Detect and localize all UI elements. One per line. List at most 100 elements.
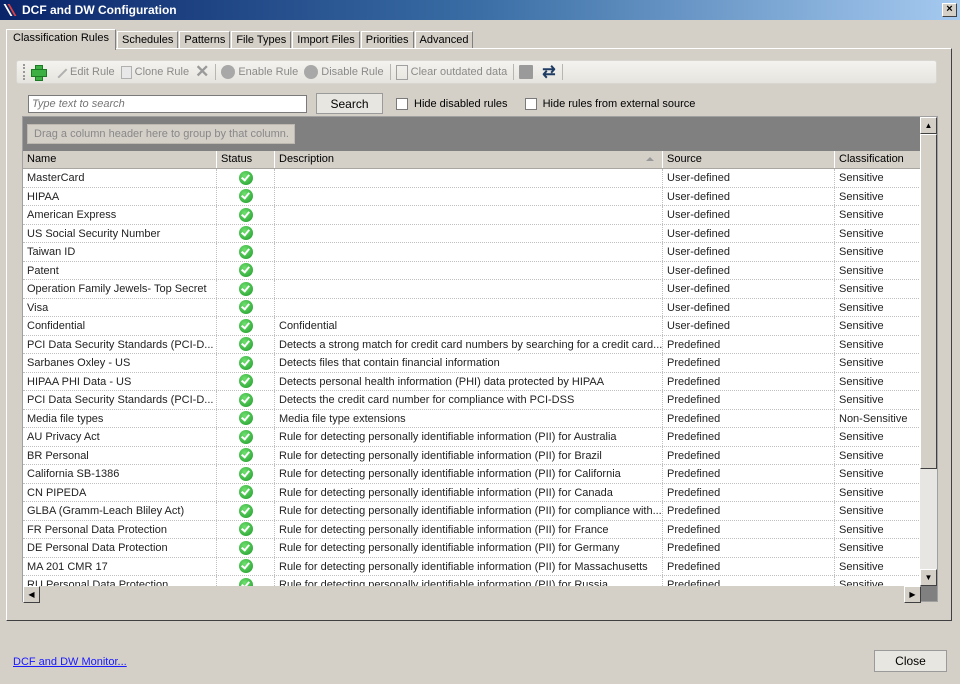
table-row[interactable]: HIPAA User-defined Sensitive bbox=[23, 187, 921, 206]
check-circle-icon bbox=[238, 485, 253, 500]
table-row[interactable]: MasterCard User-defined Sensitive bbox=[23, 169, 921, 188]
scroll-right-button[interactable]: ▶ bbox=[904, 586, 921, 603]
column-header-status[interactable]: Status bbox=[217, 151, 275, 168]
table-row[interactable]: CN PIPEDA Rule for detecting personally i… bbox=[23, 483, 921, 502]
table-row[interactable]: RU Personal Data Protection Rule for dete… bbox=[23, 576, 921, 586]
group-by-panel[interactable]: Drag a column header here to group by th… bbox=[27, 124, 295, 144]
hide-disabled-checkbox[interactable]: Hide disabled rules bbox=[396, 97, 508, 110]
column-header-classification[interactable]: Classification bbox=[835, 151, 921, 168]
tab-priorities[interactable]: Priorities bbox=[360, 31, 414, 49]
clone-rule-button[interactable]: Clone Rule bbox=[120, 65, 189, 79]
cell-source: User-defined bbox=[663, 206, 835, 224]
cell-source: User-defined bbox=[663, 169, 835, 187]
column-header-source[interactable]: Source bbox=[663, 151, 835, 168]
column-header-description[interactable]: Description bbox=[275, 151, 663, 168]
search-button[interactable]: Search bbox=[316, 93, 383, 114]
cell-source: Predefined bbox=[663, 335, 835, 353]
horizontal-scrollbar[interactable]: ◀ ▶ bbox=[23, 586, 921, 603]
cell-description: Rule for detecting personally identifiab… bbox=[275, 446, 663, 464]
enable-rule-button[interactable]: Enable Rule bbox=[221, 65, 298, 79]
cell-source: Predefined bbox=[663, 557, 835, 575]
vertical-scrollbar[interactable]: ▲ ▼ bbox=[920, 117, 937, 586]
table-row[interactable]: GLBA (Gramm-Leach Bliley Act) Rule for de… bbox=[23, 502, 921, 521]
check-circle-icon bbox=[238, 411, 253, 426]
table-row[interactable]: Taiwan ID User-defined Sensitive bbox=[23, 243, 921, 262]
cell-name: American Express bbox=[23, 206, 217, 224]
tab-advanced[interactable]: Advanced bbox=[414, 31, 474, 49]
tab-import-files[interactable]: Import Files bbox=[292, 31, 360, 49]
tab-schedules[interactable]: Schedules bbox=[116, 31, 179, 49]
scroll-up-button[interactable]: ▲ bbox=[920, 117, 937, 134]
disable-rule-button[interactable]: Disable Rule bbox=[304, 65, 384, 79]
cell-status bbox=[217, 243, 275, 261]
delete-rule-button[interactable]: ✕ bbox=[195, 62, 209, 82]
cell-description bbox=[275, 224, 663, 242]
refresh-icon: ⇄ bbox=[542, 64, 556, 81]
window-close-button[interactable]: × bbox=[942, 3, 957, 17]
cell-status bbox=[217, 446, 275, 464]
checkbox-box[interactable] bbox=[524, 97, 537, 110]
cell-description bbox=[275, 187, 663, 205]
checkbox-box[interactable] bbox=[396, 97, 408, 110]
table-row[interactable]: Media file types Media file type extensio… bbox=[23, 409, 921, 428]
check-circle-icon bbox=[238, 337, 253, 352]
cell-classification: Sensitive bbox=[835, 335, 921, 353]
table-row[interactable]: AU Privacy Act Rule for detecting persona… bbox=[23, 428, 921, 447]
edit-rule-button[interactable]: Edit Rule bbox=[54, 65, 115, 79]
tab-file-types[interactable]: File Types bbox=[231, 31, 292, 49]
table-row[interactable]: FR Personal Data Protection Rule for dete… bbox=[23, 520, 921, 539]
clear-outdated-label: Clear outdated data bbox=[410, 66, 508, 78]
check-circle-icon bbox=[238, 244, 253, 259]
close-button[interactable]: Close bbox=[874, 650, 947, 672]
table-row[interactable]: HIPAA PHI Data - US Detects personal heal… bbox=[23, 372, 921, 391]
table-row[interactable]: PCI Data Security Standards (PCI-D... Det… bbox=[23, 335, 921, 354]
cell-name: Media file types bbox=[23, 409, 217, 427]
hide-external-checkbox[interactable]: Hide rules from external source bbox=[524, 97, 695, 110]
table-row[interactable]: California SB-1386 Rule for detecting per… bbox=[23, 465, 921, 484]
cell-name: Taiwan ID bbox=[23, 243, 217, 261]
scroll-left-button[interactable]: ◀ bbox=[23, 586, 40, 603]
cell-status bbox=[217, 428, 275, 446]
table-row[interactable]: MA 201 CMR 17 Rule for detecting personal… bbox=[23, 557, 921, 576]
enable-rule-label: Enable Rule bbox=[238, 66, 299, 78]
cell-status bbox=[217, 280, 275, 298]
table-row[interactable]: Visa User-defined Sensitive bbox=[23, 298, 921, 317]
refresh-button[interactable]: ⇄ bbox=[542, 62, 555, 82]
table-row[interactable]: Operation Family Jewels- Top Secret User-… bbox=[23, 280, 921, 299]
scroll-down-button[interactable]: ▼ bbox=[920, 569, 937, 586]
cell-description bbox=[275, 280, 663, 298]
cell-classification: Sensitive bbox=[835, 298, 921, 316]
cell-description: Rule for detecting personally identifiab… bbox=[275, 520, 663, 538]
cell-source: Predefined bbox=[663, 483, 835, 501]
check-circle-icon bbox=[238, 263, 253, 278]
search-input[interactable] bbox=[28, 94, 307, 113]
cell-description bbox=[275, 261, 663, 279]
cell-description: Rule for detecting personally identifiab… bbox=[275, 428, 663, 446]
cell-source: User-defined bbox=[663, 317, 835, 335]
table-row[interactable]: US Social Security Number User-defined Sen… bbox=[23, 224, 921, 243]
cell-source: Predefined bbox=[663, 428, 835, 446]
cell-status bbox=[217, 557, 275, 575]
cell-classification: Non-Sensitive bbox=[835, 409, 921, 427]
table-row[interactable]: DE Personal Data Protection Rule for dete… bbox=[23, 539, 921, 558]
column-header-name[interactable]: Name bbox=[23, 151, 217, 168]
table-row[interactable]: Confidential Confidential User-defined Sens… bbox=[23, 317, 921, 336]
x-icon: ✕ bbox=[195, 62, 210, 81]
scroll-thumb[interactable] bbox=[920, 134, 937, 469]
table-row[interactable]: Sarbanes Oxley - US Detects files that co… bbox=[23, 354, 921, 373]
save-button[interactable] bbox=[519, 65, 536, 79]
table-row[interactable]: PCI Data Security Standards (PCI-D... Det… bbox=[23, 391, 921, 410]
cell-description: Rule for detecting personally identifiab… bbox=[275, 483, 663, 501]
tab-patterns[interactable]: Patterns bbox=[179, 31, 231, 49]
monitor-link[interactable]: DCF and DW Monitor... bbox=[13, 656, 127, 668]
cell-source: Predefined bbox=[663, 409, 835, 427]
table-row[interactable]: American Express User-defined Sensitive bbox=[23, 206, 921, 225]
clear-outdated-data-button[interactable]: Clear outdated data bbox=[395, 64, 508, 80]
tab-classification-rules[interactable]: Classification Rules bbox=[6, 29, 116, 50]
disable-rule-label: Disable Rule bbox=[321, 66, 384, 78]
check-circle-icon bbox=[238, 355, 253, 370]
table-row[interactable]: Patent User-defined Sensitive bbox=[23, 261, 921, 280]
add-rule-button[interactable] bbox=[30, 64, 49, 81]
table-row[interactable]: BR Personal Rule for detecting personally… bbox=[23, 446, 921, 465]
toolbar-grip[interactable] bbox=[23, 64, 26, 80]
